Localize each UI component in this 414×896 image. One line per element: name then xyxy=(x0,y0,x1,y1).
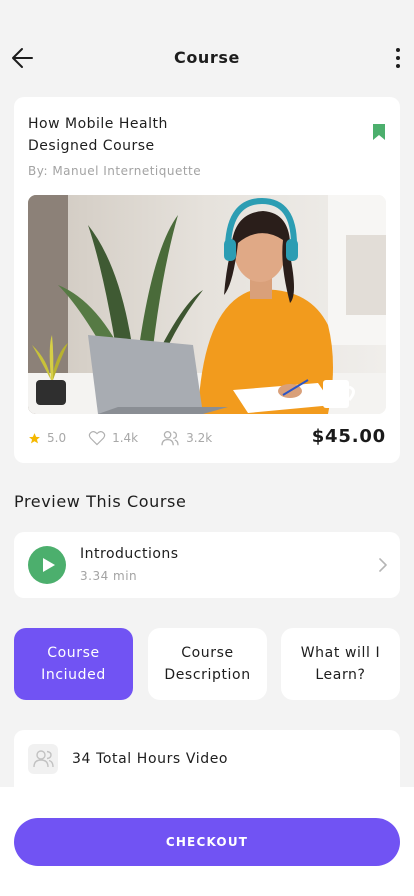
likes-stat[interactable]: 1.4k xyxy=(88,430,138,446)
checkout-button[interactable]: CHECKOUT xyxy=(14,818,400,866)
tab-label-line: Course xyxy=(47,645,100,661)
likes-count: 1.4k xyxy=(112,431,139,445)
total-hours-text: 34 Total Hours Video xyxy=(72,751,229,767)
tab-label-line: Learn? xyxy=(315,667,366,683)
tab-course-included[interactable]: Course Inciuded xyxy=(14,628,133,700)
course-title: How Mobile Health Designed Course xyxy=(28,113,288,157)
tab-label-line: Description xyxy=(164,667,251,683)
course-price: $45.00 xyxy=(311,426,386,447)
tab-label-line: Course xyxy=(181,645,234,661)
top-bar: Course xyxy=(0,0,414,110)
users-icon xyxy=(33,750,54,768)
course-card: How Mobile Health Designed Course By: Ma… xyxy=(14,97,400,463)
more-options-icon[interactable] xyxy=(390,46,406,70)
preview-section-title: Preview This Course xyxy=(14,492,187,511)
lesson-item[interactable]: Introductions 3.34 min xyxy=(14,532,400,598)
rating-stat: 5.0 xyxy=(28,431,66,445)
heart-icon xyxy=(88,431,106,446)
play-icon xyxy=(43,558,55,572)
lesson-duration: 3.34 min xyxy=(80,569,138,583)
course-title-line: How Mobile Health xyxy=(28,116,168,132)
tab-course-description[interactable]: Course Description xyxy=(148,628,267,700)
tab-label-line: Inciuded xyxy=(41,667,106,683)
students-count: 3.2k xyxy=(186,431,213,445)
play-button[interactable] xyxy=(28,546,66,584)
star-icon xyxy=(29,432,40,443)
course-author: By: Manuel Internetiquette xyxy=(28,164,202,178)
rating-value: 5.0 xyxy=(47,431,67,445)
bottom-bar: CHECKOUT xyxy=(0,787,414,896)
course-stats: 5.0 1.4k 3.2k xyxy=(28,429,234,447)
chevron-right-icon xyxy=(379,558,387,572)
students-stat: 3.2k xyxy=(160,430,212,446)
tab-what-will-i-learn[interactable]: What will I Learn? xyxy=(281,628,400,700)
info-icon-box xyxy=(28,744,58,774)
page-title: Course xyxy=(174,48,240,67)
lesson-name: Introductions xyxy=(80,546,179,562)
bookmark-icon[interactable] xyxy=(372,123,386,141)
course-image xyxy=(28,195,386,414)
tab-label-line: What will I xyxy=(300,645,381,661)
course-title-line: Designed Course xyxy=(28,138,155,154)
users-icon xyxy=(161,430,179,446)
